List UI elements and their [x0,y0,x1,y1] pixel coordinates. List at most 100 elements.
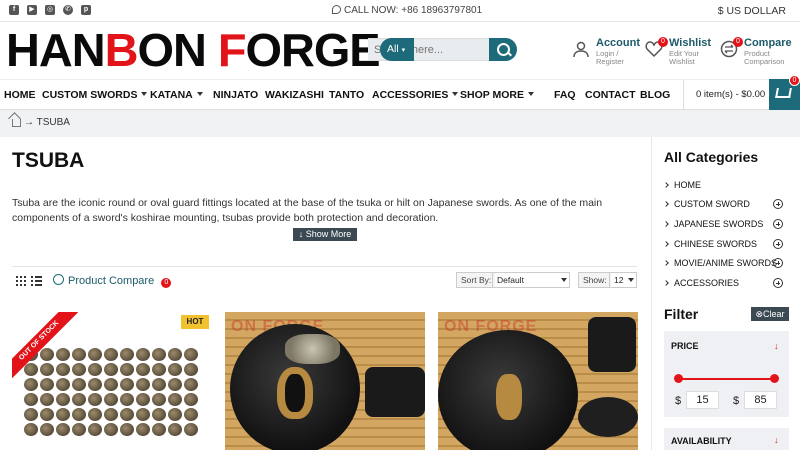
site-logo[interactable]: HANBON FORGE [6,24,381,76]
list-view-icon[interactable] [31,276,42,286]
nav-accessories-label: ACCESSORIES [372,89,449,101]
cart-button[interactable]: 0 [769,75,800,111]
nav-katana[interactable]: KATANA [150,89,203,101]
nav-tanto[interactable]: TANTO [329,89,364,101]
product-card[interactable]: ON FORGE [438,312,638,450]
search-bar: All ▾ [368,38,551,61]
facebook-icon[interactable]: f [9,5,19,15]
social-links: f ▶ ◎ ✆ p [9,5,91,15]
user-icon [573,41,589,58]
chevron-right-icon [663,241,669,247]
search-button[interactable] [489,38,517,61]
nav-contact[interactable]: CONTACT [585,89,636,101]
search-category-select[interactable]: All ▾ [380,38,414,61]
call-now-text: CALL NOW: +86 18963797801 [344,5,483,16]
arrow-down-icon[interactable]: ↓ [774,435,779,445]
sidebar-item-home[interactable]: HOME [663,180,701,190]
sidebar-item-accessories[interactable]: ACCESSORIES [663,278,740,288]
product-compare-label: Product Compare [68,275,155,287]
nav-shop-more-label: SHOP MORE [460,89,524,101]
nav-home[interactable]: HOME [4,89,36,101]
clear-icon: ⊗ [755,309,764,319]
pinterest-icon[interactable]: p [81,5,91,15]
fitting-image [578,397,638,437]
sidebar-item-japanese-swords[interactable]: JAPANESE SWORDS [663,219,763,229]
call-now[interactable]: CALL NOW: +86 18963797801 [332,5,482,16]
chevron-right-icon [663,201,669,207]
caret-down-icon [141,92,148,96]
caret-down-icon [561,278,567,282]
product-card[interactable]: OUT OF STOCK [12,312,212,450]
nav-katana-label: KATANA [150,89,193,101]
sidebar-item-movie-anime-swords[interactable]: MOVIE/ANIME SWORDS [663,258,778,268]
expand-icon[interactable] [773,239,783,249]
sort-by-label: Sort By: [456,272,496,288]
home-icon[interactable] [12,119,21,127]
account-subtitle: Login / Register [596,49,624,66]
nav-custom-swords[interactable]: CUSTOM SWORDS [42,89,148,101]
price-max-input[interactable]: 85 [744,391,777,409]
price-range-track [678,378,775,380]
show-count-select[interactable]: 12 [609,272,637,288]
sort-select[interactable]: Default [492,272,570,288]
breadcrumb: → TSUBA [0,110,800,137]
expand-icon[interactable] [773,258,783,268]
availability-filter-label: AVAILABILITY [671,436,732,446]
sidebar-item-label: ACCESSORIES [674,278,740,288]
tsuba-center-hole [496,374,522,420]
filter-title: Filter [664,306,699,322]
show-count-value: 12 [614,275,624,285]
price-filter: PRICE ↓ $ 15 $ 85 [664,331,789,417]
product-compare-link[interactable]: Product Compare 0 [53,274,172,288]
whatsapp-icon[interactable]: ✆ [63,5,73,15]
category-description: Tsuba are the iconic round or oval guard… [12,197,603,224]
clear-filter-label: Clear [763,309,785,319]
sidebar-item-label: CUSTOM SWORD [674,199,750,209]
compare-count-badge: 0 [733,37,743,47]
clear-filter-button[interactable]: ⊗Clear [751,307,789,321]
price-max-handle[interactable] [770,374,779,383]
price-min-input[interactable]: 15 [686,391,719,409]
sidebar-item-chinese-swords[interactable]: CHINESE SWORDS [663,239,758,249]
caret-down-icon [628,278,634,282]
sidebar-item-custom-sword[interactable]: CUSTOM SWORD [663,199,750,209]
availability-filter[interactable]: AVAILABILITY ↓ [664,428,789,450]
show-more-button[interactable]: ↓ Show More [293,228,357,241]
chevron-right-icon [663,280,669,286]
arrow-down-icon[interactable]: ↓ [774,341,779,351]
sidebar: All Categories HOME CUSTOM SWORD JAPANES… [651,137,800,450]
account-title: Account [596,37,640,49]
site-header: HANBON FORGE All ▾ Account Login / Regis… [0,22,800,79]
nav-ninjato[interactable]: NINJATO [213,89,258,101]
sidebar-item-label: MOVIE/ANIME SWORDS [674,258,778,268]
nav-blog[interactable]: BLOG [640,89,670,101]
cart-summary[interactable]: 0 item(s) - $0.00 [683,80,769,111]
show-label: Show: [578,272,611,288]
chevron-right-icon [663,182,669,188]
wishlist-title: Wishlist [669,37,712,49]
sidebar-item-label: CHINESE SWORDS [674,239,758,249]
chevron-right-icon [663,260,669,266]
currency-selector[interactable]: $ US DOLLAR [718,5,786,17]
caret-down-icon [452,92,459,96]
cart-icon [775,88,792,98]
chevron-right-icon [663,221,669,227]
product-card[interactable]: ON FORGE [225,312,425,450]
nav-faq[interactable]: FAQ [554,89,576,101]
nav-custom-swords-label: CUSTOM SWORDS [42,89,138,101]
nav-wakizashi[interactable]: WAKIZASHI [265,89,324,101]
expand-icon[interactable] [773,199,783,209]
nav-accessories[interactable]: ACCESSORIES [372,89,459,101]
instagram-icon[interactable]: ◎ [45,5,55,15]
grid-view-icon[interactable] [16,276,26,286]
nav-shop-more[interactable]: SHOP MORE [460,89,534,101]
expand-icon[interactable] [773,278,783,288]
expand-icon[interactable] [773,219,783,229]
divider [12,266,637,267]
youtube-icon[interactable]: ▶ [27,5,37,15]
cart-summary-text: 0 item(s) - $0.00 [696,89,766,100]
logo-part: B [104,24,139,76]
caret-down-icon: ▾ [401,47,406,54]
price-min-handle[interactable] [674,374,683,383]
sort-select-value: Default [497,275,524,285]
